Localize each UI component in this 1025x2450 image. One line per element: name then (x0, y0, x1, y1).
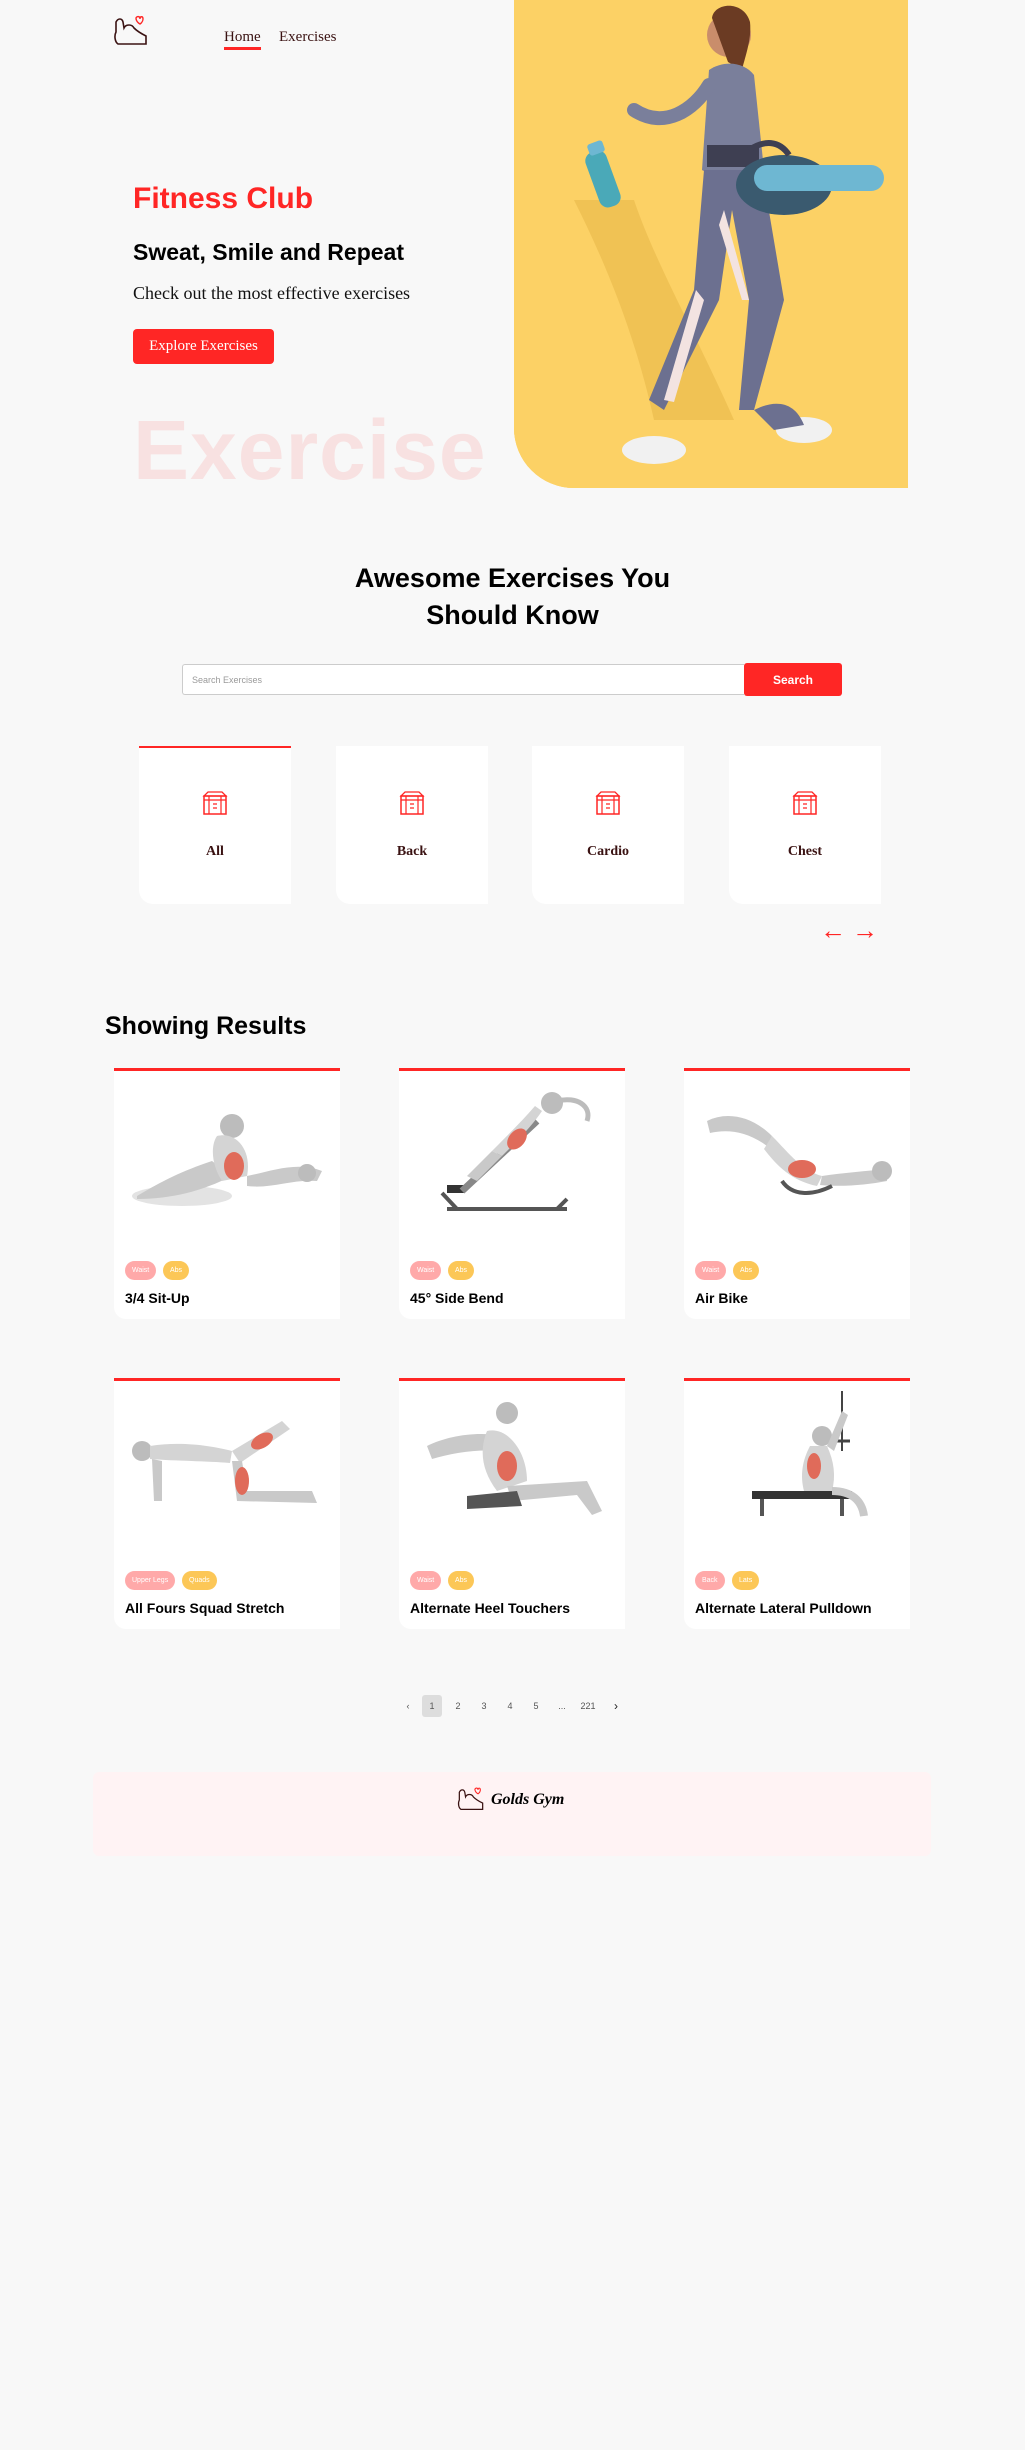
pagination-page[interactable]: 2 (448, 1695, 468, 1717)
pagination-page[interactable]: 1 (422, 1695, 442, 1717)
exercise-card[interactable]: Waist Abs 45° Side Bend (399, 1068, 625, 1319)
search-input[interactable] (182, 664, 744, 695)
exercise-tag[interactable]: Lats (732, 1571, 760, 1590)
explore-exercises-button[interactable]: Explore Exercises (133, 329, 274, 364)
exercise-card[interactable]: Back Lats Alternate Lateral Pulldown (684, 1378, 910, 1629)
exercise-card[interactable]: Waist Abs 3/4 Sit-Up (114, 1068, 340, 1319)
gym-icon (399, 791, 425, 815)
results-title: Showing Results (105, 1012, 307, 1040)
pagination-ellipsis: ... (558, 1701, 566, 1711)
pagination-page[interactable]: 5 (526, 1695, 546, 1717)
footer-brand: Golds Gym (491, 1791, 565, 1808)
exercise-tag[interactable]: Waist (695, 1261, 727, 1280)
hero-subtitle: Sweat, Smile and Repeat (133, 239, 404, 265)
search-button[interactable]: Search (744, 663, 842, 696)
exercise-tag[interactable]: Abs (448, 1571, 475, 1590)
gym-icon (792, 791, 818, 815)
arrow-left-icon[interactable]: ← (820, 917, 846, 943)
category-label: Cardio (587, 844, 629, 859)
gym-icon (595, 791, 621, 815)
hero-title: Fitness Club (133, 182, 314, 215)
logo-icon[interactable] (112, 14, 150, 50)
exercise-image (132, 1421, 317, 1503)
category-card-back[interactable]: Back (336, 746, 488, 904)
hero-background-word: Exercise (133, 403, 487, 497)
hero-description: Check out the most effective exercises (133, 283, 411, 303)
pagination-page[interactable]: 221 (578, 1695, 598, 1717)
category-card-chest[interactable]: Chest (729, 746, 881, 904)
section-title: Awesome Exercises You Should Know (0, 560, 1025, 634)
nav-exercises-link[interactable]: Exercises (279, 29, 336, 46)
exercise-image (440, 1092, 591, 1211)
pagination-prev[interactable]: ‹ (398, 1695, 418, 1717)
exercise-card[interactable]: Upper Legs Quads All Fours Squad Stretch (114, 1378, 340, 1629)
exercise-tag[interactable]: Abs (733, 1261, 760, 1280)
exercise-image (427, 1402, 602, 1515)
exercise-tag[interactable]: Upper Legs (125, 1571, 176, 1590)
exercise-tag[interactable]: Abs (448, 1261, 475, 1280)
section-title-line1: Awesome Exercises You (354, 563, 671, 593)
exercise-tag[interactable]: Waist (410, 1261, 442, 1280)
exercise-tag[interactable]: Back (695, 1571, 725, 1590)
category-card-all[interactable]: All (139, 746, 291, 904)
exercise-card[interactable]: Waist Abs Air Bike (684, 1068, 910, 1319)
category-label: Chest (787, 844, 823, 859)
pagination-page[interactable]: 4 (500, 1695, 520, 1717)
exercise-image (132, 1114, 322, 1206)
exercise-name: Alternate Heel Touchers (410, 1600, 571, 1616)
exercise-image (752, 1391, 868, 1517)
pagination-page[interactable]: 3 (474, 1695, 494, 1717)
logo-icon (457, 1787, 484, 1810)
exercise-tag[interactable]: Quads (182, 1571, 217, 1590)
exercise-tag[interactable]: Waist (125, 1261, 157, 1280)
pagination-next[interactable]: › (606, 1695, 626, 1717)
exercise-tag[interactable]: Abs (163, 1261, 190, 1280)
category-card-cardio[interactable]: Cardio (532, 746, 684, 904)
hero-banner-image (514, 0, 908, 488)
exercise-name: All Fours Squad Stretch (125, 1600, 285, 1616)
exercise-name: Air Bike (695, 1290, 748, 1306)
section-title-line2: Should Know (426, 600, 599, 630)
footer: Golds Gym (93, 1772, 931, 1856)
gym-icon (202, 791, 228, 815)
arrow-right-icon[interactable]: → (852, 917, 878, 943)
category-label: Back (396, 844, 428, 859)
exercise-card[interactable]: Waist Abs Alternate Heel Touchers (399, 1378, 625, 1629)
exercise-name: 45° Side Bend (410, 1290, 504, 1306)
exercise-name: Alternate Lateral Pulldown (695, 1600, 872, 1616)
nav-home-link[interactable]: Home (224, 29, 261, 50)
exercise-image (707, 1116, 892, 1195)
exercise-name: 3/4 Sit-Up (125, 1290, 190, 1306)
exercise-tag[interactable]: Waist (410, 1571, 442, 1590)
category-label: All (206, 844, 224, 859)
